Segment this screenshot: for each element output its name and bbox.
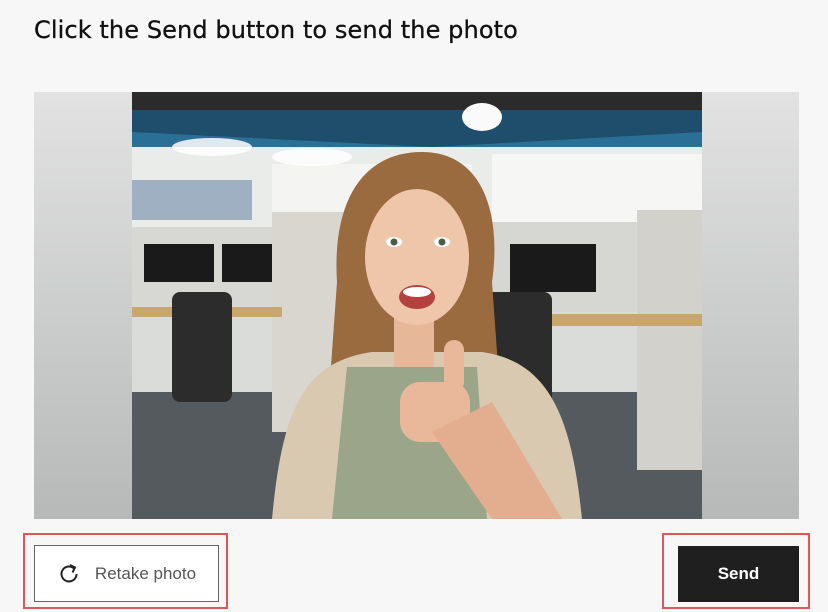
refresh-icon [57, 562, 81, 586]
photo-preview [34, 92, 799, 519]
retake-photo-label: Retake photo [94, 563, 197, 583]
photo-confirm-page: Click the Send button to send the photo [0, 0, 828, 612]
retake-photo-button[interactable]: Retake photo [34, 545, 219, 602]
page-title: Click the Send button to send the photo [34, 16, 518, 44]
send-button[interactable]: Send [678, 546, 799, 602]
captured-photo [132, 92, 702, 519]
photo-illustration [132, 92, 702, 519]
